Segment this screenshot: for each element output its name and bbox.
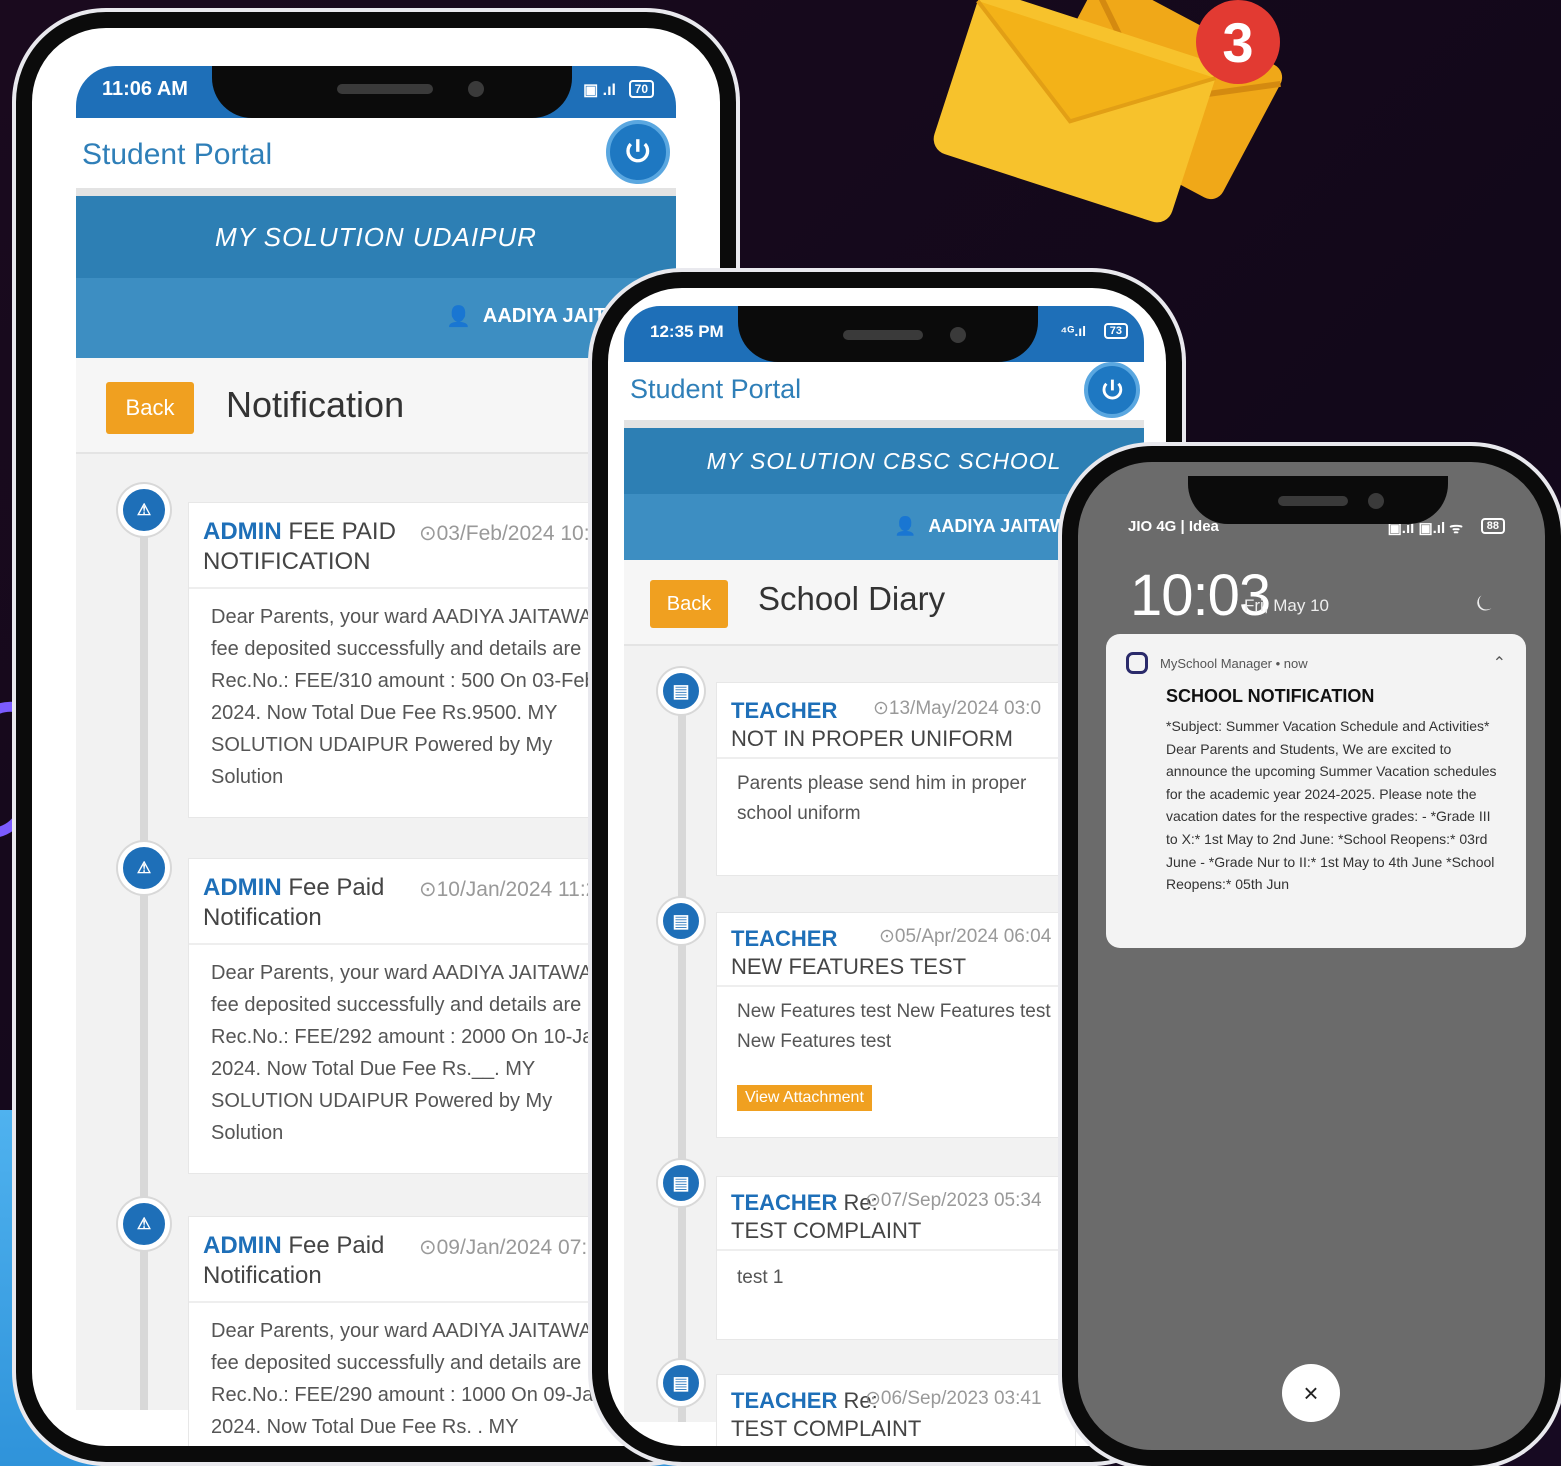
- phone-notch: [212, 66, 572, 118]
- app-icon: [1126, 652, 1148, 674]
- diary-card[interactable]: TEACHER NEW FEATURES TEST ⊙05/Apr/2024 0…: [716, 912, 1076, 1138]
- notification-subject: FEE PAID: [288, 518, 396, 545]
- warning-icon: ⚠: [118, 484, 170, 536]
- book-icon: ▤: [658, 1360, 704, 1406]
- sender-label: ADMIN: [203, 1232, 282, 1259]
- diary-date: ⊙06/Sep/2023 03:41: [865, 1388, 1042, 1409]
- sender-label: ADMIN: [203, 518, 282, 545]
- notification-date: ⊙03/Feb/2024 10:3: [419, 522, 602, 545]
- signal-icon: ▣ .ıl: [583, 82, 616, 99]
- notification-subject: Fee Paid: [288, 1232, 385, 1259]
- notification-body: Dear Parents, your ward AADIYA JAITAWAT …: [211, 1320, 605, 1438]
- diary-date: ⊙13/May/2024 03:0: [873, 698, 1042, 719]
- user-icon: 👤: [446, 306, 471, 328]
- signal-icon: ⁴ᴳ.ıl: [1060, 323, 1086, 339]
- phone-notch: [1188, 476, 1448, 524]
- notification-title: SCHOOL NOTIFICATION: [1166, 686, 1375, 706]
- app-title: Student Portal: [82, 138, 273, 171]
- notification-date: ⊙09/Jan/2024 07:0: [419, 1236, 599, 1259]
- notification-date: ⊙10/Jan/2024 11:2: [419, 878, 598, 901]
- power-icon[interactable]: [1084, 362, 1140, 418]
- carrier-label: JIO 4G | Idea: [1128, 518, 1219, 535]
- notification-card[interactable]: ADMIN Fee Paid Notification ⊙10/Jan/2024…: [188, 858, 628, 1174]
- user-banner: 👤 AADIYA JAITAW: [76, 278, 676, 358]
- close-button[interactable]: ×: [1282, 1364, 1340, 1422]
- alarm-settings-icon[interactable]: ⏾: [1476, 590, 1493, 616]
- school-name-banner: MY SOLUTION UDAIPUR: [76, 196, 676, 278]
- page-title: Notification: [226, 384, 405, 425]
- diary-subject: NEW FEATURES TEST: [731, 954, 967, 979]
- sender-label: TEACHER: [731, 1190, 838, 1215]
- diary-subject: TEST COMPLAINT: [731, 1218, 922, 1243]
- warning-icon: ⚠: [118, 842, 170, 894]
- diary-subject: TEST COMPLAINT: [731, 1416, 922, 1441]
- collapse-icon[interactable]: ⌃: [1493, 653, 1506, 673]
- notification-text: *Subject: Summer Vacation Schedule and A…: [1166, 718, 1497, 893]
- user-icon: 👤: [894, 516, 917, 536]
- diary-card[interactable]: TEACHER Re: TEST COMPLAINT ⊙06/Sep/2023 …: [716, 1374, 1076, 1446]
- book-icon: ▤: [658, 1160, 704, 1206]
- push-notification-card[interactable]: MySchool Manager • now ⌃ SCHOOL NOTIFICA…: [1106, 634, 1526, 948]
- book-icon: ▤: [658, 668, 704, 714]
- phone-notch: [738, 306, 1038, 362]
- notification-card[interactable]: ADMIN Fee Paid Notification ⊙09/Jan/2024…: [188, 1216, 628, 1446]
- diary-card[interactable]: TEACHER Re: TEST COMPLAINT ⊙07/Sep/2023 …: [716, 1176, 1076, 1340]
- notification-body: Dear Parents, your ward AADIYA JAITAWAT …: [211, 606, 603, 788]
- warning-icon: ⚠: [118, 1198, 170, 1250]
- notification-timeline: ⚠ ADMIN FEE PAID NOTIFICATION ⊙03/Feb/20…: [76, 454, 676, 1446]
- diary-date: ⊙07/Sep/2023 05:34: [865, 1190, 1042, 1211]
- page-header: Back Notification: [76, 358, 676, 454]
- lockscreen-date: Fri, May 10: [1244, 596, 1330, 615]
- sender-label: TEACHER: [731, 926, 838, 951]
- battery-icon: 70: [628, 80, 654, 98]
- diary-body: New Features test New Features test New …: [737, 1001, 1051, 1052]
- page-title: School Diary: [758, 580, 946, 617]
- back-button[interactable]: Back: [106, 382, 194, 434]
- battery-icon: 73: [1103, 323, 1128, 339]
- diary-card[interactable]: TEACHER NOT IN PROPER UNIFORM ⊙13/May/20…: [716, 682, 1076, 876]
- back-button[interactable]: Back: [650, 580, 728, 628]
- school-name-banner: MY SOLUTION CBSC SCHOOL: [624, 428, 1144, 494]
- notification-card[interactable]: ADMIN FEE PAID NOTIFICATION ⊙03/Feb/2024…: [188, 502, 628, 818]
- envelope-icon: 3: [900, 0, 1360, 240]
- sender-label: ADMIN: [203, 874, 282, 901]
- diary-body: Parents please send him in proper school…: [737, 773, 1027, 824]
- badge-count: 3: [1222, 11, 1253, 74]
- book-icon: ▤: [658, 898, 704, 944]
- diary-body: test 1: [737, 1267, 784, 1288]
- notification-subject: Fee Paid: [288, 874, 385, 901]
- app-header: Student Portal: [76, 118, 676, 196]
- diary-date: ⊙05/Apr/2024 06:04: [879, 926, 1052, 947]
- app-title: Student Portal: [630, 374, 802, 404]
- status-time: 11:06 AM: [102, 78, 188, 100]
- status-time: 12:35 PM: [650, 322, 724, 341]
- phone-lockscreen: JIO 4G | Idea ▣.ıl ▣.ıl ᯤ 88 10:03 Fri, …: [1062, 446, 1561, 1466]
- sender-label: TEACHER: [731, 1388, 838, 1413]
- user-name: AADIYA JAITAW: [928, 516, 1067, 536]
- power-icon[interactable]: [606, 120, 670, 184]
- diary-subject: NOT IN PROPER UNIFORM: [731, 726, 1013, 751]
- app-header: Student Portal: [624, 362, 1144, 428]
- view-attachment-button[interactable]: View Attachment: [737, 1085, 872, 1111]
- sender-label: TEACHER: [731, 698, 838, 723]
- battery-icon: 88: [1480, 518, 1505, 534]
- notification-body: Dear Parents, your ward AADIYA JAITAWAT …: [211, 962, 605, 1144]
- notification-app-label: MySchool Manager • now: [1160, 655, 1308, 671]
